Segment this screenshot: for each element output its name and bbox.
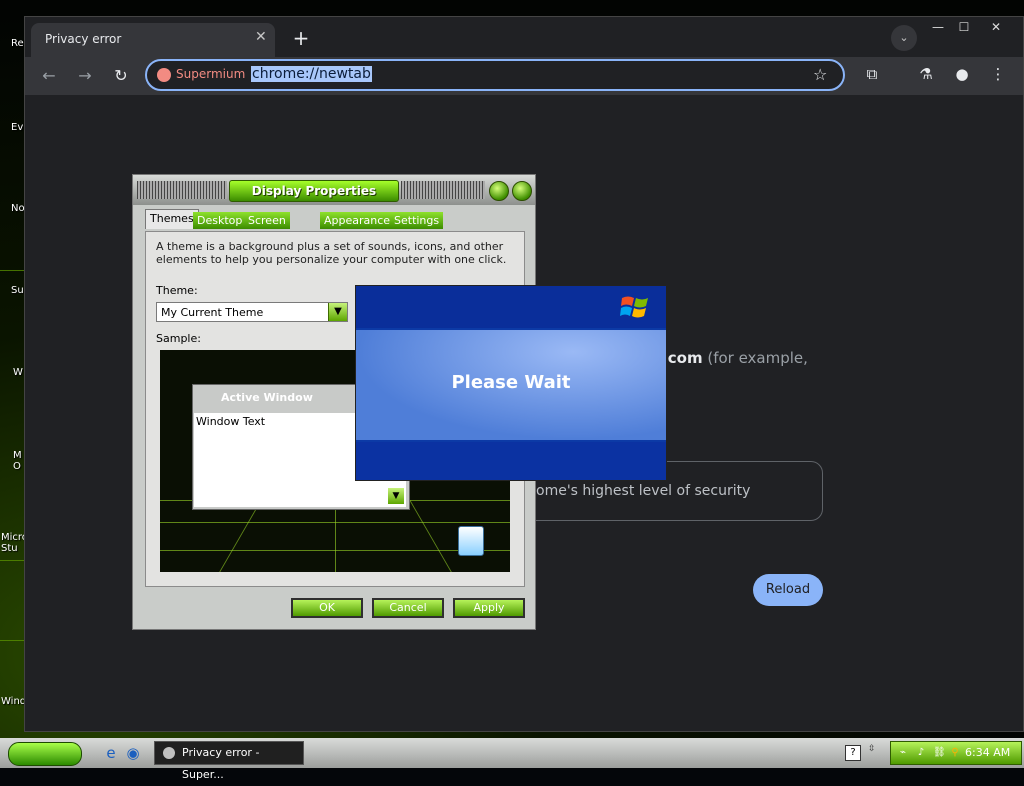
tray-link-icon[interactable]: ⛓ bbox=[933, 747, 946, 759]
tab-search-icon[interactable]: ⌄ bbox=[891, 25, 917, 51]
please-wait-text: Please Wait bbox=[451, 372, 571, 393]
theme-dropdown-value: My Current Theme bbox=[161, 306, 264, 319]
taskbar: e ◉ Privacy error - Super... ? ⇳ ⌁ ♪ ⛓ ⚲… bbox=[0, 738, 1024, 781]
desktop-icon-label[interactable]: No bbox=[11, 203, 25, 214]
sample-label: Sample: bbox=[156, 332, 201, 345]
dialog-title: Display Properties bbox=[229, 180, 399, 202]
please-wait-window: Please Wait bbox=[355, 285, 667, 481]
theme-description: A theme is a background plus a set of so… bbox=[156, 240, 507, 266]
address-bar[interactable]: Supermium chrome://newtab ☆ bbox=[145, 59, 845, 91]
extensions-icon[interactable]: ⧉ bbox=[861, 65, 883, 83]
tray-network-icon[interactable]: ⌁ bbox=[897, 747, 909, 759]
reload-button[interactable]: Reload bbox=[753, 574, 823, 606]
url-text[interactable]: chrome://newtab bbox=[251, 66, 372, 82]
internet-explorer-icon[interactable]: e bbox=[102, 744, 120, 762]
quicklaunch-icon[interactable]: ◉ bbox=[124, 744, 142, 762]
menu-icon[interactable]: ⋮ bbox=[987, 65, 1009, 83]
tab-themes[interactable]: Themes bbox=[145, 209, 199, 229]
sample-scroll-arrow-icon: ▼ bbox=[388, 488, 404, 504]
tray-search-icon[interactable]: ⚲ bbox=[949, 747, 961, 759]
desktop-icon-label[interactable]: W bbox=[13, 367, 23, 378]
tab-privacy-error[interactable]: Privacy error ✕ bbox=[31, 23, 275, 57]
warning-icon bbox=[157, 67, 171, 82]
tab-title: Privacy error bbox=[45, 32, 122, 46]
tab-settings[interactable]: Settings bbox=[390, 212, 444, 229]
desktop-icon-label[interactable]: Wind bbox=[1, 696, 26, 707]
tab-desktop[interactable]: Desktop bbox=[193, 212, 247, 229]
apply-button[interactable]: Apply bbox=[453, 598, 525, 618]
site-info-chip[interactable]: Supermium bbox=[157, 67, 245, 82]
theme-dropdown[interactable]: My Current Theme ▼ bbox=[156, 302, 348, 322]
grid-line bbox=[219, 500, 262, 572]
forward-button[interactable]: → bbox=[73, 65, 97, 87]
browser-app-icon bbox=[163, 747, 175, 759]
profile-icon[interactable]: ● bbox=[951, 65, 973, 83]
please-wait-body: Please Wait bbox=[356, 330, 666, 440]
sample-window-text: Window Text bbox=[196, 415, 266, 428]
close-button[interactable]: ✕ bbox=[985, 19, 1007, 35]
help-icon[interactable]: ? bbox=[845, 745, 861, 761]
desktop-icon-label[interactable]: M O bbox=[13, 450, 22, 472]
sample-window-title: Active Window bbox=[221, 391, 313, 404]
reload-icon[interactable]: ↻ bbox=[109, 65, 133, 87]
tray-volume-icon[interactable]: ♪ bbox=[915, 747, 927, 759]
recycle-bin-icon bbox=[458, 526, 484, 556]
maximize-button[interactable]: ☐ bbox=[953, 19, 975, 35]
start-button[interactable] bbox=[8, 742, 82, 766]
browser-toolbar: ← → ↻ Supermium chrome://newtab ☆ ⧉ ⚗ ● … bbox=[25, 57, 1023, 95]
desktop-icon-label[interactable]: Re bbox=[11, 38, 24, 49]
site-chip-label: Supermium bbox=[176, 67, 246, 81]
back-button[interactable]: ← bbox=[37, 65, 61, 87]
new-tab-button[interactable]: + bbox=[287, 25, 315, 53]
tab-appearance[interactable]: Appearance bbox=[320, 212, 395, 229]
tab-close-icon[interactable]: ✕ bbox=[255, 29, 267, 45]
desktop-icon-label[interactable]: Ev bbox=[11, 122, 23, 133]
labs-flask-icon[interactable]: ⚗ bbox=[915, 65, 937, 83]
grid-line bbox=[409, 500, 452, 572]
tab-screen-saver[interactable]: Screen Saver bbox=[244, 212, 290, 244]
tray-chevron-icon[interactable]: ⇳ bbox=[868, 744, 880, 760]
grid-line bbox=[0, 640, 26, 641]
security-text: ome's highest level of security bbox=[536, 483, 751, 499]
system-tray: ⌁ ♪ ⛓ ⚲ 6:34 AM bbox=[890, 741, 1022, 765]
taskbar-item-browser[interactable]: Privacy error - Super... bbox=[154, 741, 304, 781]
close-orb-icon[interactable] bbox=[512, 181, 532, 201]
ok-button[interactable]: OK bbox=[291, 598, 363, 618]
please-wait-footer bbox=[356, 442, 666, 480]
please-wait-header bbox=[356, 286, 666, 328]
theme-label: Theme: bbox=[156, 284, 198, 297]
titlebar-grill bbox=[401, 181, 485, 199]
titlebar-grill bbox=[137, 181, 227, 199]
tab-strip: Privacy error ✕ + ⌄ — ☐ ✕ bbox=[25, 17, 1023, 57]
desktop-icon-label[interactable]: Su bbox=[11, 285, 24, 296]
cancel-button[interactable]: Cancel bbox=[372, 598, 444, 618]
grid-line bbox=[335, 500, 336, 572]
clock[interactable]: 6:34 AM bbox=[965, 746, 1010, 759]
windows-logo-icon bbox=[620, 296, 648, 318]
help-orb-icon[interactable] bbox=[489, 181, 509, 201]
bookmark-star-icon[interactable]: ☆ bbox=[813, 65, 827, 84]
taskbar-item-label: Privacy error - Super... bbox=[182, 746, 260, 781]
dialog-titlebar[interactable]: Display Properties bbox=[133, 175, 535, 205]
minimize-button[interactable]: — bbox=[927, 19, 949, 35]
chevron-down-icon[interactable]: ▼ bbox=[328, 303, 347, 321]
